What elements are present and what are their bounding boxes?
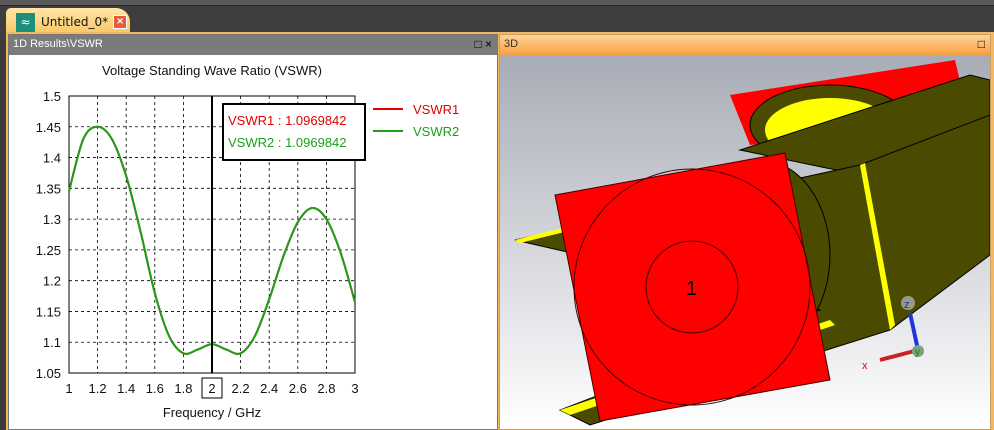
- port-label: 1: [686, 278, 697, 300]
- 3d-viewport[interactable]: 1 z y x: [500, 55, 990, 429]
- 3d-view-panel: 3D □ 1 z y x: [499, 34, 991, 430]
- close-panel-button[interactable]: ×: [485, 37, 492, 51]
- document-tab-bar: ≈ Untitled_0* ×: [0, 6, 994, 36]
- y-tick-label: 1.1: [43, 335, 61, 350]
- readout-vswr2: VSWR2 : 1.0969842: [228, 135, 347, 150]
- y-tick-label: 1.2: [43, 274, 61, 289]
- maximize-button[interactable]: □: [978, 37, 985, 51]
- x-tick-label: 1.4: [117, 381, 135, 396]
- x-tick-label: 3: [351, 381, 358, 396]
- chart-title: Voltage Standing Wave Ratio (VSWR): [102, 63, 322, 78]
- y-tick-label: 1.4: [43, 151, 61, 166]
- z-axis-label: z: [904, 299, 910, 311]
- readout-vswr1: VSWR1 : 1.0969842: [228, 113, 347, 128]
- y-tick-label: 1.45: [36, 120, 61, 135]
- x-tick-label: 1.8: [174, 381, 192, 396]
- 3d-panel-header: 3D □: [500, 35, 990, 55]
- x-tick-label: 2.6: [289, 381, 307, 396]
- y-tick-label: 1.05: [36, 366, 61, 381]
- y-tick-label: 1.15: [36, 304, 61, 319]
- wave-icon: ≈: [16, 12, 35, 32]
- x-tick-label: 2.8: [317, 381, 335, 396]
- close-tab-button[interactable]: ×: [113, 15, 128, 29]
- x-tick-label: 2.4: [260, 381, 278, 396]
- x-axis-label-3d: x: [862, 360, 868, 372]
- y-tick-label: 1.35: [36, 181, 61, 196]
- maximize-button[interactable]: □: [474, 37, 481, 51]
- legend-label: VSWR1: [413, 102, 459, 117]
- x-tick-label: 1.6: [146, 381, 164, 396]
- legend-label: VSWR2: [413, 124, 459, 139]
- y-tick-label: 1.5: [43, 89, 61, 104]
- results-panel-header: 1D Results\VSWR □ ×: [9, 35, 497, 55]
- x-tick-label: 2.2: [232, 381, 250, 396]
- x-tick-label: 1: [65, 381, 72, 396]
- document-tab-title: Untitled_0*: [41, 15, 109, 29]
- 3d-panel-title: 3D: [504, 38, 519, 50]
- y-tick-label: 1.3: [43, 212, 61, 227]
- y-axis-label: y: [915, 347, 920, 358]
- x-tick-label: 2: [208, 381, 215, 396]
- x-axis-label: Frequency / GHz: [163, 405, 261, 420]
- results-panel-title: 1D Results\VSWR: [13, 38, 103, 50]
- y-tick-label: 1.25: [36, 243, 61, 258]
- marker-readout-box: VSWR1 : 1.0969842 VSWR2 : 1.0969842: [222, 103, 366, 161]
- results-panel: 1D Results\VSWR □ × Voltage Standing Wav…: [8, 34, 498, 430]
- x-tick-label: 1.2: [89, 381, 107, 396]
- vswr-chart[interactable]: Voltage Standing Wave Ratio (VSWR) 1 1.2 1…: [9, 55, 497, 429]
